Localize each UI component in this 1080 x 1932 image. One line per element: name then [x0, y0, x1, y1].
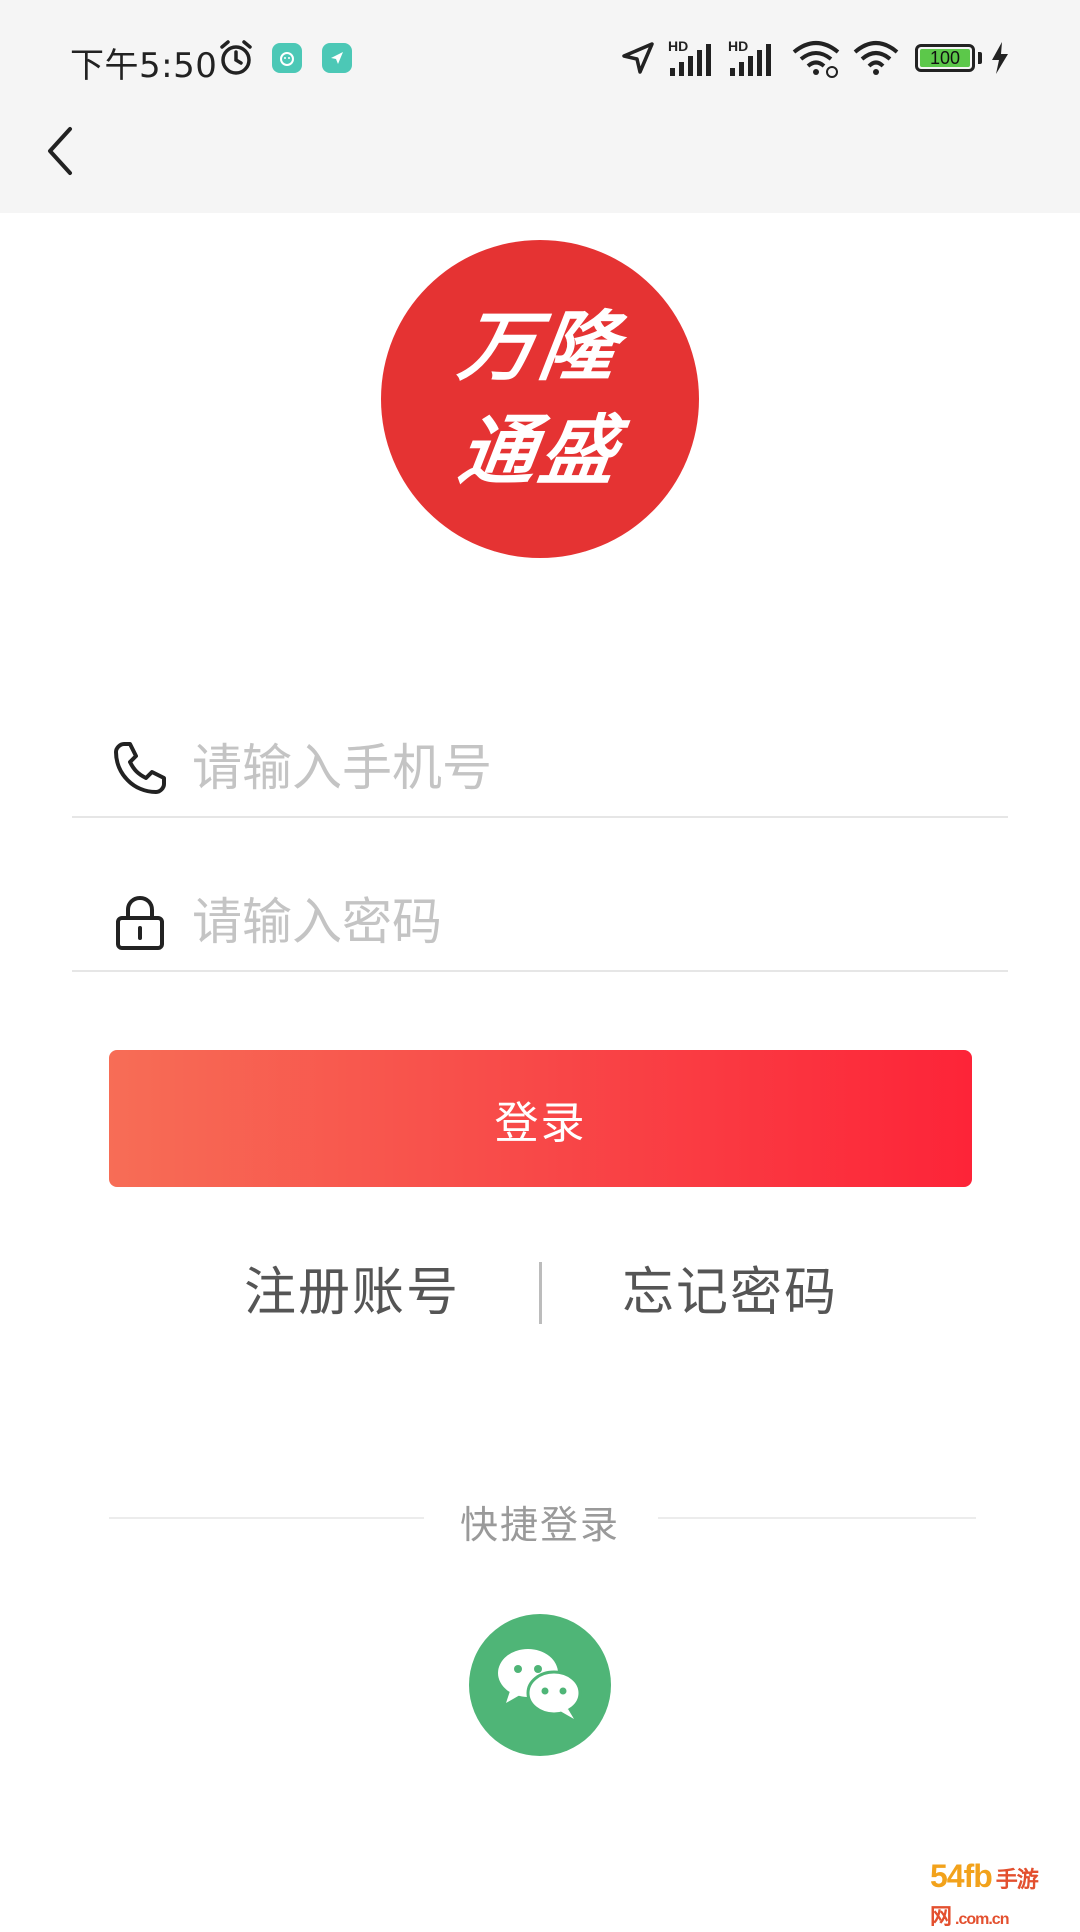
- status-time: 下午5:50: [70, 46, 218, 86]
- battery-nub: [978, 52, 982, 64]
- back-button[interactable]: [30, 120, 90, 186]
- register-link[interactable]: 注册账号: [244, 1250, 460, 1325]
- phone-input[interactable]: [192, 730, 972, 806]
- wifi-icon: [852, 38, 900, 78]
- status-bar: 下午5:50 HD HD 100: [0, 0, 1080, 118]
- password-field: [72, 874, 1008, 972]
- lock-icon: [108, 890, 172, 954]
- watermark-brand: 54fb: [930, 1858, 993, 1894]
- app-logo: 万隆 通盛: [381, 240, 699, 558]
- links-divider: [539, 1262, 542, 1324]
- wechat-icon: [494, 1643, 586, 1727]
- quick-login-divider-left: [109, 1517, 424, 1519]
- wechat-login-button[interactable]: [469, 1614, 611, 1756]
- logo-text-line2: 通盛: [453, 406, 627, 495]
- quick-login-divider-right: [658, 1517, 976, 1519]
- logo-text-line1: 万隆: [453, 302, 627, 391]
- location-icon: [618, 38, 658, 78]
- battery-icon: 100: [915, 44, 975, 72]
- navigation-app-icon: [322, 38, 352, 78]
- forgot-password-link[interactable]: 忘记密码: [622, 1250, 838, 1325]
- alarm-icon: [216, 38, 256, 78]
- wifi-link-icon: [790, 38, 842, 78]
- chevron-left-icon: [40, 121, 80, 185]
- battery-level: 100: [920, 49, 970, 67]
- network-type-label-2: HD: [728, 38, 749, 54]
- network-type-label-1: HD: [668, 38, 689, 54]
- app-notification-icon: [272, 38, 302, 78]
- charging-icon: [988, 38, 1012, 78]
- password-input[interactable]: [192, 884, 972, 960]
- phone-field: [72, 720, 1008, 818]
- phone-icon: [108, 736, 172, 800]
- nav-bar: [0, 118, 1080, 213]
- quick-login-label: 快捷登录: [459, 1503, 620, 1547]
- watermark-logo: 54fb 手游网 .com.cn: [930, 1858, 1080, 1932]
- login-button[interactable]: 登录: [109, 1050, 972, 1187]
